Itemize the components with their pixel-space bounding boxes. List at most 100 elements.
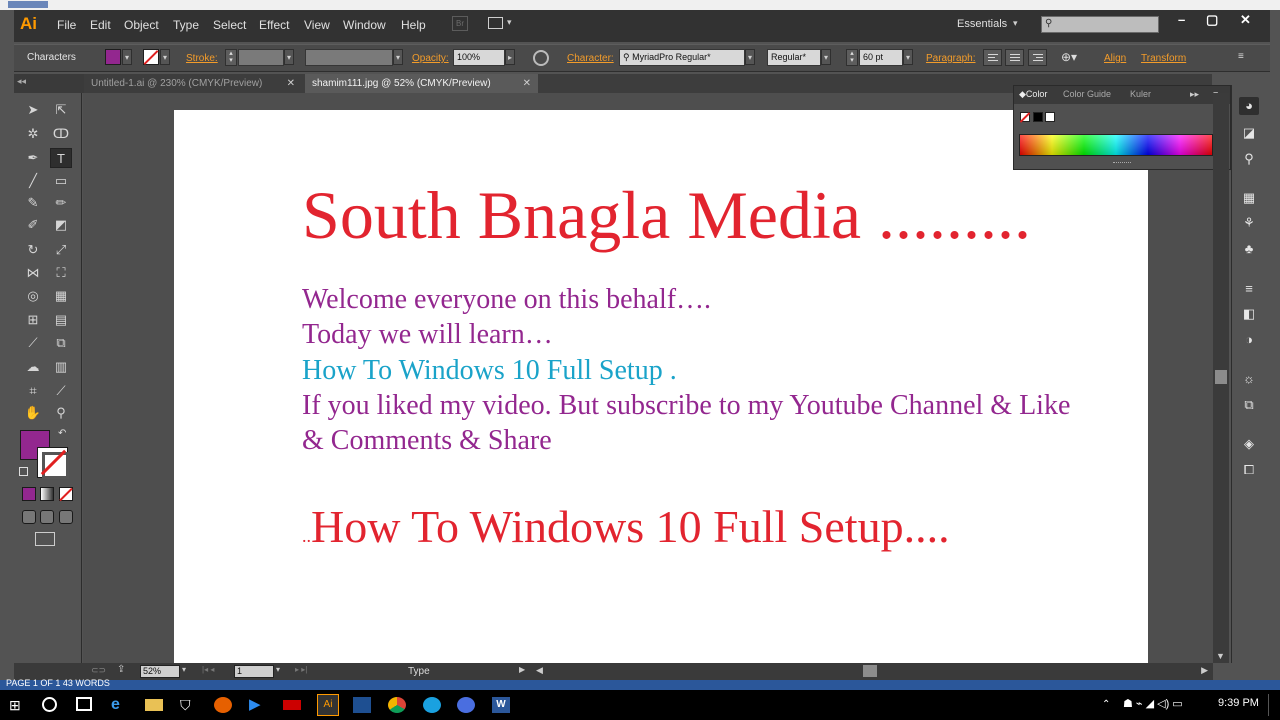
stroke-weight-field[interactable]: [238, 49, 284, 66]
paragraph-label[interactable]: Paragraph:: [926, 53, 975, 64]
font-style-field[interactable]: Regular*: [767, 49, 821, 66]
workspace-switcher[interactable]: Essentials: [957, 18, 1007, 30]
body-line-subscribe[interactable]: If you liked my video. But subscribe to …: [302, 390, 1070, 422]
chevron-right-icon[interactable]: ▸: [505, 49, 515, 65]
lasso-tool-icon[interactable]: ↀ: [50, 124, 72, 144]
tab-color-guide[interactable]: Color Guide: [1063, 89, 1111, 99]
collapse-icon[interactable]: ◂◂: [17, 76, 26, 87]
variable-width-field[interactable]: [305, 49, 393, 66]
artboards-icon[interactable]: ⧠: [1239, 461, 1259, 479]
body-line-share[interactable]: & Comments & Share: [302, 425, 552, 457]
blend-tool-icon[interactable]: ⧉: [50, 333, 72, 353]
draw-normal-icon[interactable]: [22, 510, 36, 524]
status-tool-label[interactable]: Type: [408, 666, 430, 677]
symbol-sprayer-tool-icon[interactable]: ☁: [22, 357, 44, 377]
arrange-documents-button[interactable]: ▾: [488, 16, 518, 32]
rotate-tool-icon[interactable]: ↻: [22, 240, 44, 260]
gpu-icon[interactable]: ⊂⊃: [91, 665, 106, 676]
gradient-mode-button[interactable]: [40, 487, 54, 501]
color-guide-icon[interactable]: ◪: [1239, 124, 1259, 142]
menu-edit[interactable]: Edit: [90, 18, 111, 32]
chevron-down-icon[interactable]: ▾: [745, 49, 755, 65]
white-swatch[interactable]: [1045, 112, 1055, 122]
scroll-thumb[interactable]: [1215, 370, 1227, 384]
none-swatch[interactable]: [1019, 112, 1031, 123]
default-colors-icon[interactable]: [19, 467, 28, 476]
kuler-icon[interactable]: ⚲: [1239, 150, 1259, 168]
first-artboard-icon[interactable]: |◂ ◂: [202, 665, 214, 674]
tab-color[interactable]: ◆Color: [1019, 89, 1047, 100]
eyedropper-tool-icon[interactable]: ⟋: [22, 333, 44, 353]
color-mode-button[interactable]: [22, 487, 36, 501]
bridge-button[interactable]: Br: [452, 16, 468, 31]
chevron-down-icon[interactable]: ▾: [160, 49, 170, 65]
tab-untitled[interactable]: Untitled-1.ai @ 230% (CMYK/Preview) ✕: [84, 74, 302, 93]
swatches-icon[interactable]: ▦: [1239, 189, 1259, 207]
scroll-down-icon[interactable]: ▼: [1216, 651, 1225, 661]
chevron-down-icon[interactable]: ▾: [393, 49, 403, 65]
hand-tool-icon[interactable]: ✋: [22, 403, 44, 423]
stroke-stepper[interactable]: ▴ ▾: [225, 49, 237, 66]
color-spectrum[interactable]: [1019, 134, 1213, 156]
stroke-swatch[interactable]: [143, 49, 159, 65]
footer-headline-text[interactable]: ..How To Windows 10 Full Setup....: [302, 500, 950, 553]
gradient-icon[interactable]: ◧: [1239, 305, 1259, 323]
panel-menu-icon[interactable]: ≡: [1238, 51, 1244, 62]
store-icon[interactable]: ⛉: [180, 697, 198, 713]
slice-tool-icon[interactable]: ⟋: [50, 381, 72, 401]
stroke-color-box[interactable]: [37, 447, 69, 479]
transform-panel-link[interactable]: Transform: [1141, 53, 1186, 64]
scroll-thumb[interactable]: [863, 665, 877, 677]
chevron-down-icon[interactable]: ▾: [122, 49, 132, 65]
opacity-field[interactable]: 100%: [453, 49, 505, 66]
body-line-welcome[interactable]: Welcome everyone on this behalf….: [302, 284, 711, 316]
line-tool-icon[interactable]: ╱: [22, 171, 44, 191]
envelope-warp-icon[interactable]: ⊕▾: [1061, 50, 1077, 64]
opacity-label[interactable]: Opacity:: [412, 53, 449, 64]
free-transform-tool-icon[interactable]: ⛶: [50, 263, 72, 283]
tab-shamim111[interactable]: shamim111.jpg @ 52% (CMYK/Preview) ✕: [305, 74, 538, 93]
pen-tool-icon[interactable]: ✒: [22, 148, 44, 168]
rectangle-tool-icon[interactable]: ▭: [50, 171, 72, 191]
minimize-button[interactable]: –: [1178, 12, 1185, 27]
recorder-icon[interactable]: [283, 700, 301, 710]
fill-swatch[interactable]: [105, 49, 121, 65]
font-size-stepper[interactable]: ▴ ▾: [846, 49, 858, 66]
media-player-icon[interactable]: ▶: [249, 697, 267, 713]
none-mode-button[interactable]: [59, 487, 73, 502]
brushes-icon[interactable]: ⚘: [1239, 214, 1259, 232]
illustrator-taskbar-icon[interactable]: Ai: [317, 694, 339, 716]
color-panel-icon[interactable]: ◕: [1239, 97, 1259, 115]
tray-chevron-icon[interactable]: ⌃: [1102, 699, 1110, 710]
draw-behind-icon[interactable]: [40, 510, 54, 524]
task-view-icon[interactable]: [76, 697, 92, 711]
transparency-icon[interactable]: ◑: [1239, 331, 1259, 349]
direct-selection-tool-icon[interactable]: ⇱: [50, 100, 72, 120]
menu-object[interactable]: Object: [124, 18, 159, 32]
zoom-field[interactable]: 52%: [140, 665, 180, 678]
recolor-icon[interactable]: [533, 50, 549, 66]
magic-wand-tool-icon[interactable]: ✲: [22, 124, 44, 144]
align-panel-link[interactable]: Align: [1104, 53, 1126, 64]
font-family-field[interactable]: ⚲ MyriadPro Regular*: [619, 49, 745, 66]
chrome-icon[interactable]: [388, 697, 406, 713]
menu-view[interactable]: View: [304, 18, 330, 32]
artboard-number-field[interactable]: 1: [234, 665, 274, 678]
font-size-field[interactable]: 60 pt: [859, 49, 903, 66]
chevron-down-icon[interactable]: ▾: [903, 49, 913, 65]
close-icon[interactable]: ✕: [523, 74, 531, 93]
stroke-icon[interactable]: ≡: [1239, 280, 1259, 298]
zoom-tool-icon[interactable]: ⚲: [50, 403, 72, 423]
column-graph-tool-icon[interactable]: ▥: [50, 357, 72, 377]
perspective-grid-tool-icon[interactable]: ▦: [50, 286, 72, 306]
character-label[interactable]: Character:: [567, 53, 614, 64]
horizontal-scrollbar[interactable]: ◀ ▶: [533, 664, 1213, 678]
blob-brush-tool-icon[interactable]: ✐: [22, 215, 44, 235]
chevron-down-icon[interactable]: ▾: [284, 49, 294, 65]
panel-resize-handle[interactable]: [1113, 162, 1131, 165]
panel-expand-icon[interactable]: ▸▸: [1190, 89, 1199, 100]
video-app-icon[interactable]: [457, 697, 475, 713]
chevron-down-icon[interactable]: ▾: [182, 665, 186, 674]
maximize-button[interactable]: ▢: [1206, 12, 1218, 28]
clock[interactable]: 9:39 PM: [1218, 697, 1259, 709]
